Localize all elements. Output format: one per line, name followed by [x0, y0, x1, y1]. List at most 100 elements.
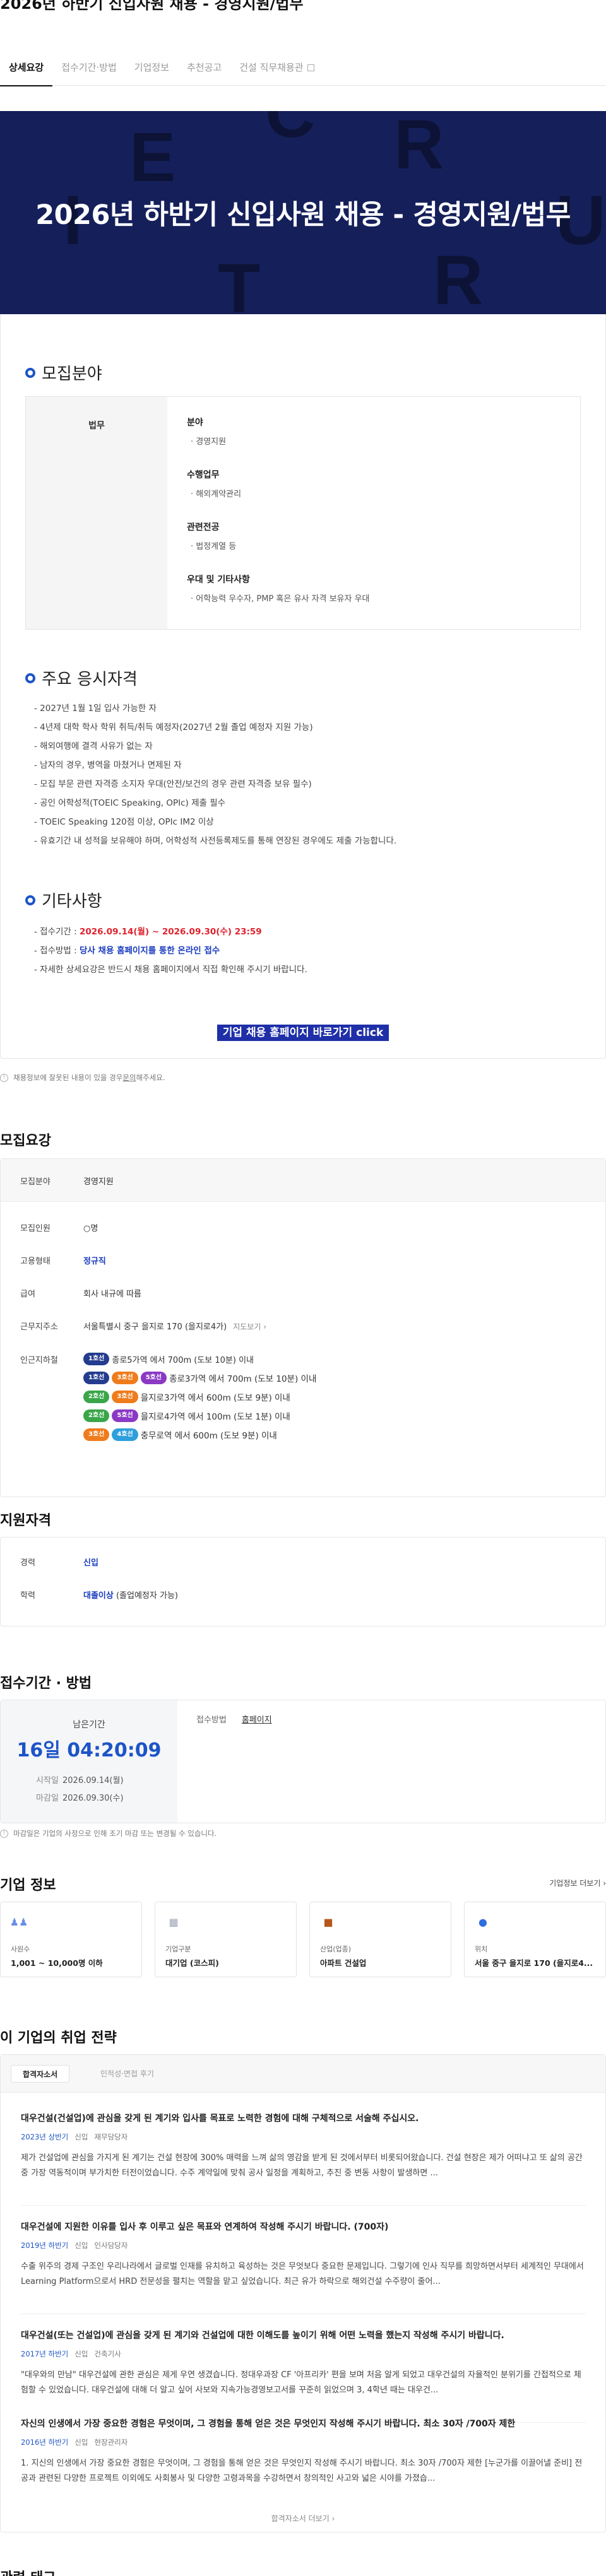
- hero-bg-letter: T: [218, 250, 261, 314]
- essay-meta: 2016년 하반기 신입 현장관리자: [21, 2437, 586, 2447]
- list-item-text: 4년제 대학 학사 학위 취득/취득 예정자(2027년 2월 졸업 예정자 지…: [40, 722, 313, 732]
- subway-line-pill: 3호선: [112, 1372, 138, 1384]
- row-key: 근무지주소: [20, 1322, 58, 1332]
- essays-more-link[interactable]: 합격자소서 더보기 ›: [1, 2513, 605, 2524]
- hero-bg-letter: R: [394, 111, 444, 184]
- row-key: 고용형태: [20, 1257, 50, 1266]
- external-link-icon: [307, 64, 314, 71]
- notice-tail: 해주세요.: [136, 1073, 165, 1082]
- company-card-employees: ♟♟ 사원수 1,001 ~ 10,000명 이하: [0, 1902, 142, 1977]
- essay-item[interactable]: 대우건설(건설업)에 관심을 갖게 된 계기와 입사를 목표로 노력한 경험에 …: [21, 2112, 586, 2181]
- list-item: - 해외여행에 결격 사유가 없는 자: [34, 741, 153, 751]
- hero-title: 2026년 하반기 신입사원 채용 - 경영지원/법무: [35, 199, 571, 231]
- section-recruit-field-heading: 모집분야: [25, 361, 102, 384]
- company-homepage-button[interactable]: 기업 채용 홈페이지 바로가기 click: [217, 1025, 389, 1041]
- subway-text: 을지로4가역 에서 100m (도보 1분) 이내: [140, 1412, 290, 1422]
- homepage-link[interactable]: 홈페이지: [242, 1715, 272, 1725]
- section-etc-heading: 기타사항: [25, 888, 102, 912]
- row-key: 급여: [20, 1290, 35, 1299]
- essay-type: 신입: [74, 2132, 88, 2141]
- tab-recommend[interactable]: 추천공고: [178, 52, 230, 86]
- period-label: 접수기간 :: [40, 927, 80, 937]
- recruit-field-table: 법무 분야 · 경영지원 수행업무 · 해외계약관리 관련전공 · 법정계열 등…: [25, 396, 581, 630]
- education-value: 대졸이상: [83, 1591, 114, 1601]
- field-group-head: 분야: [187, 418, 203, 428]
- essay-item[interactable]: 대우건설(또는 건설업)에 관심을 갖게 된 계기와 건설업에 대한 이해도를 …: [21, 2329, 586, 2398]
- hero-bg-letter: R: [433, 242, 484, 314]
- subway-row: 1호선 3호선 5호선 종로3가역 에서 700m (도보 10분) 이내: [83, 1372, 316, 1384]
- subway-text: 충무로역 에서 600m (도보 9분) 이내: [140, 1431, 277, 1441]
- summary-row: 급여 회사 내규에 따름: [20, 1287, 141, 1299]
- tab-essays[interactable]: 합격자소서: [11, 2065, 70, 2083]
- essays-more-text: 합격자소서 더보기: [271, 2514, 330, 2523]
- remaining-time-panel: 남은기간 16일 04:20:09 시작일 2026.09.14(월) 마감일 20…: [1, 1700, 177, 1823]
- hero-bg-letter: C: [265, 111, 316, 152]
- end-label: 마감일: [36, 1794, 59, 1803]
- strategy-tabs: 합격자소서 인적성·면접 후기: [1, 2055, 605, 2093]
- card-label: 사원수: [11, 1945, 30, 1953]
- subway-line-pill: 3호선: [112, 1391, 138, 1403]
- field-details: 분야 · 경영지원 수행업무 · 해외계약관리 관련전공 · 법정계열 등 우대…: [187, 416, 566, 625]
- card-value: 서울 중구 을지로 170 (을지로4...: [475, 1958, 593, 1968]
- hero-banner: R E C R U I T 2026년 하반기 신입사원 채용 - 경영지원/법…: [0, 111, 606, 314]
- summary-row: 근무지주소 서울특별시 중구 을지로 170 (을지로4가) 지도보기: [20, 1320, 266, 1332]
- info-icon: !: [0, 1829, 8, 1838]
- section-heading-text: 주요 응시자격: [42, 670, 138, 689]
- company-more-link[interactable]: 기업정보 더보기 ›: [549, 1878, 606, 1888]
- divider: [21, 2205, 586, 2206]
- method-value: 당사 채용 홈페이지를 통한 온라인 접수: [79, 946, 220, 956]
- essay-excerpt: 수출 위주의 경제 구조인 우리나라에서 글로벌 인재를 유치하고 육성하는 것…: [21, 2262, 584, 2286]
- tab-interview-reviews[interactable]: 인적성·면접 후기: [89, 2065, 165, 2083]
- field-group: 분야 · 경영지원: [187, 416, 566, 447]
- summary-heading: 모집요강: [0, 1133, 51, 1149]
- etc-list: - 접수기간 : 2026.09.14(월) ~ 2026.09.30(수) 2…: [34, 922, 307, 979]
- list-item: - 유효기간 내 성적을 보유해야 하며, 어학성적 사전등록제도를 통해 연장…: [34, 836, 397, 846]
- essay-item[interactable]: 자신의 인생에서 가장 중요한 경험은 무엇이며, 그 경험을 통해 얻은 것은…: [21, 2417, 586, 2486]
- start-value: 2026.09.14(월): [62, 1776, 124, 1785]
- card-value: 아파트 건설업: [320, 1958, 367, 1968]
- circle-bullet-icon: [25, 895, 35, 905]
- tab-detail[interactable]: 상세요강: [0, 52, 53, 86]
- essay-item[interactable]: 대우건설에 지원한 이유를 입사 후 이루고 싶은 목표와 연계하여 작성해 주…: [21, 2220, 586, 2290]
- tab-company[interactable]: 기업정보: [126, 52, 178, 86]
- detail-tabs: 상세요강 접수기간·방법 기업정보 추천공고 건설 직무채용관: [0, 52, 606, 86]
- essay-type: 신입: [74, 2241, 88, 2250]
- subway-row: 2호선 3호선 을지로3가역 에서 600m (도보 9분) 이내: [83, 1391, 290, 1403]
- section-requirements-heading: 주요 응시자격: [25, 666, 138, 690]
- essay-year: 2023년 상반기: [21, 2132, 69, 2141]
- essay-year: 2019년 하반기: [21, 2241, 69, 2250]
- inquiry-link[interactable]: 문의: [122, 1073, 136, 1083]
- education-note: (졸업예정자 가능): [113, 1591, 178, 1601]
- essay-role: 현장관리자: [94, 2438, 128, 2447]
- field-group: 우대 및 기타사항 · 어학능력 우수자, PMP 혹은 유사 자격 보유자 우…: [187, 573, 566, 604]
- essay-title: 자신의 인생에서 가장 중요한 경험은 무엇이며, 그 경험을 통해 얻은 것은…: [21, 2419, 516, 2429]
- tab-application[interactable]: 접수기간·방법: [52, 52, 126, 86]
- list-item: - 4년제 대학 학사 학위 취득/취득 예정자(2027년 2월 졸업 예정자…: [34, 722, 313, 732]
- card-label: 기업구분: [165, 1945, 191, 1953]
- tab-construction-jobs[interactable]: 건설 직무채용관: [230, 52, 323, 86]
- card-value: 1,001 ~ 10,000명 이하: [11, 1958, 103, 1968]
- subway-row: 3호선 4호선 충무로역 에서 600m (도보 9분) 이내: [83, 1428, 277, 1441]
- remaining-countdown: 16일 04:20:09: [16, 1739, 162, 1761]
- field-group-head: 우대 및 기타사항: [187, 575, 250, 585]
- essay-year: 2016년 하반기: [21, 2438, 69, 2447]
- card-label: 위치: [475, 1945, 488, 1953]
- subway-line-pill: 1호선: [83, 1353, 110, 1365]
- company-card-location: ● 위치 서울 중구 을지로 170 (을지로4...: [464, 1902, 606, 1977]
- card-label: 산업(업종): [320, 1945, 352, 1953]
- list-item: - 공인 어학성적(TOEIC Speaking, OPIc) 제출 필수: [34, 798, 226, 808]
- field-group: 관련전공 · 법정계열 등: [187, 520, 566, 551]
- subway-line-pill: 2호선: [83, 1409, 110, 1422]
- field-group-item-text: 해외계약관리: [196, 490, 242, 499]
- list-item: - 모집 부문 관련 자격증 소지자 우대(안전/보건의 경우 관련 자격증 보…: [34, 779, 312, 789]
- requirements-list: - 2027년 1월 1일 입사 가능한 자 - 4년제 대학 학사 학위 취득…: [34, 699, 396, 850]
- subway-text: 종로5가역 에서 700m (도보 10분) 이내: [112, 1355, 254, 1365]
- subway-line-pill: 1호선: [83, 1372, 110, 1384]
- summary-row: 모집분야 경영지원: [20, 1175, 114, 1187]
- period-value: 2026.09.14(월) ~ 2026.09.30(수) 23:59: [79, 927, 262, 937]
- row-value: 대졸이상 (졸업예정자 가능): [83, 1589, 178, 1601]
- section-heading-text: 기타사항: [42, 892, 102, 911]
- essay-title: 대우건설(또는 건설업)에 관심을 갖게 된 계기와 건설업에 대한 이해도를 …: [21, 2331, 504, 2341]
- map-view-link[interactable]: 지도보기: [233, 1322, 266, 1331]
- field-group-item: · 경영지원: [191, 437, 227, 447]
